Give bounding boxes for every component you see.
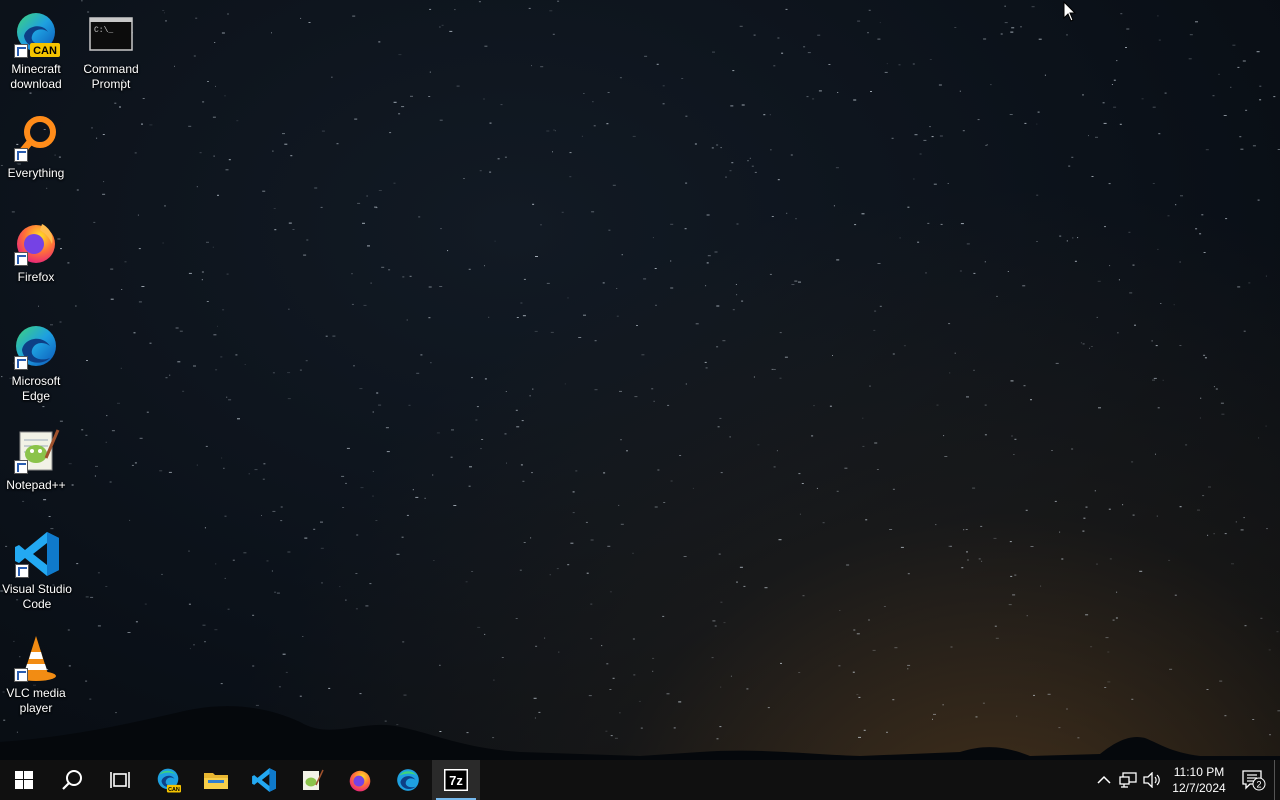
desktop-icon-label: VLC media player bbox=[6, 686, 66, 715]
desktop-icon-command-prompt[interactable]: C:\_ Command Prompt bbox=[75, 6, 147, 106]
desktop-icon-label: Microsoft Edge bbox=[11, 374, 61, 403]
desktop-icon-label: Command Prompt bbox=[83, 62, 139, 91]
edge-icon bbox=[397, 769, 419, 791]
notepadpp-icon bbox=[12, 426, 60, 474]
edge-can-icon: CAN bbox=[157, 768, 181, 793]
start-icon bbox=[15, 771, 33, 789]
desktop-icon-label: Minecraft download bbox=[10, 62, 62, 91]
network-icon bbox=[1119, 772, 1137, 788]
taskbar: CAN 7z 11:10 PM 12/7/2024 2 bbox=[0, 760, 1280, 800]
edge-can-icon: CAN bbox=[12, 10, 60, 58]
svg-text:CAN: CAN bbox=[33, 45, 57, 57]
clock[interactable]: 11:10 PM 12/7/2024 bbox=[1164, 764, 1234, 796]
action-center-button[interactable]: 2 bbox=[1234, 760, 1274, 800]
hills-silhouette bbox=[0, 706, 1280, 760]
svg-text:2: 2 bbox=[1256, 780, 1261, 790]
taskbar-edge-can-button[interactable]: CAN bbox=[144, 760, 192, 800]
start-button[interactable] bbox=[0, 760, 48, 800]
notification-icon: 2 bbox=[1242, 770, 1266, 791]
taskbar-edge-button[interactable] bbox=[384, 760, 432, 800]
network-button[interactable] bbox=[1116, 760, 1140, 800]
desktop-icon-visual-studio-code[interactable]: Visual Studio Code bbox=[1, 526, 73, 626]
task-view-icon bbox=[110, 772, 130, 788]
volume-button[interactable] bbox=[1140, 760, 1164, 800]
taskbar-file-explorer-button[interactable] bbox=[192, 760, 240, 800]
mouse-pointer-icon bbox=[1063, 1, 1077, 22]
everything-search-icon bbox=[12, 114, 60, 162]
taskbar-notepadpp-button[interactable] bbox=[288, 760, 336, 800]
edge-icon bbox=[12, 322, 60, 370]
file-explorer-icon bbox=[204, 773, 228, 789]
vlc-icon bbox=[12, 634, 60, 682]
vscode-icon bbox=[252, 768, 276, 792]
vscode-icon bbox=[13, 530, 61, 578]
desktop-icon-label: Firefox bbox=[17, 270, 55, 284]
show-hidden-icons-button[interactable] bbox=[1092, 760, 1116, 800]
taskbar-vscode-button[interactable] bbox=[240, 760, 288, 800]
search-button[interactable] bbox=[48, 760, 96, 800]
firefox-icon bbox=[349, 770, 371, 792]
cmd-icon: C:\_ bbox=[87, 10, 135, 58]
desktop-icon-microsoft-edge[interactable]: Microsoft Edge bbox=[0, 318, 72, 418]
clock-date: 12/7/2024 bbox=[1172, 781, 1226, 795]
desktop-icon-label: Notepad++ bbox=[6, 478, 66, 492]
speaker-icon bbox=[1143, 772, 1160, 788]
task-view-button[interactable] bbox=[96, 760, 144, 800]
taskbar-firefox-button[interactable] bbox=[336, 760, 384, 800]
desktop-icon-notepadpp[interactable]: Notepad++ bbox=[0, 422, 72, 522]
svg-text:7z: 7z bbox=[449, 773, 463, 788]
firefox-icon bbox=[12, 218, 60, 266]
seven-zip-icon: 7z bbox=[444, 769, 468, 791]
svg-text:CAN: CAN bbox=[168, 787, 180, 793]
notepadpp-icon bbox=[303, 769, 324, 790]
desktop-icon-firefox[interactable]: Firefox bbox=[0, 214, 72, 314]
desktop-icon-label: Visual Studio Code bbox=[2, 582, 72, 611]
show-desktop-button[interactable] bbox=[1274, 760, 1280, 800]
taskbar-seven-zip-button[interactable]: 7z bbox=[432, 760, 480, 800]
system-tray: 11:10 PM 12/7/2024 2 bbox=[1092, 760, 1280, 800]
desktop-icon-vlc[interactable]: VLC media player bbox=[0, 630, 72, 730]
search-icon bbox=[62, 770, 82, 790]
chevron-up-icon bbox=[1097, 775, 1111, 784]
desktop-icon-minecraft-download[interactable]: CAN Minecraft download bbox=[0, 6, 72, 106]
clock-time: 11:10 PM bbox=[1173, 765, 1225, 779]
desktop-icon-label: Everything bbox=[7, 166, 65, 180]
svg-text:C:\_: C:\_ bbox=[94, 26, 113, 35]
desktop-icon-everything[interactable]: Everything bbox=[0, 110, 72, 210]
desktop-background[interactable]: CAN Minecraft download Everything Firefo… bbox=[0, 0, 1280, 760]
